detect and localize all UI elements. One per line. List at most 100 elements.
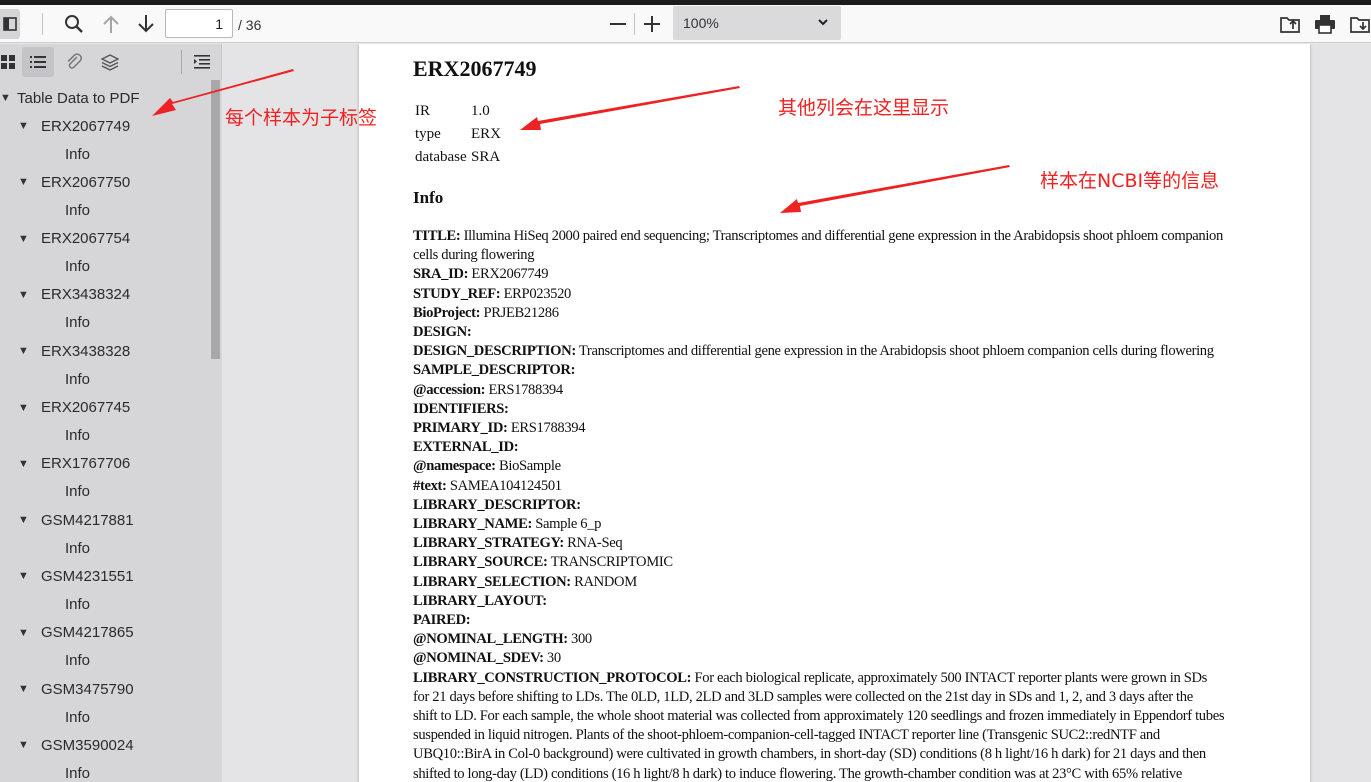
expand-toggle-icon[interactable]: ▼ — [18, 514, 32, 526]
annotation-ncbi-info: 样本在NCBI等的信息 — [1040, 170, 1220, 192]
sidebar-scrollbar-thumb[interactable] — [211, 80, 220, 359]
info-line: @accession: ERS1788394 — [413, 381, 563, 400]
info-line: LIBRARY_DESCRIPTOR: — [413, 496, 581, 515]
info-field-value: for 21 days before shifting to LDs. The … — [413, 688, 1193, 705]
info-field-key: DESIGN: — [413, 324, 472, 340]
outline-child-item[interactable]: Info — [65, 311, 90, 335]
expand-toggle-icon[interactable]: ▼ — [18, 458, 32, 470]
open-file-button[interactable] — [1277, 11, 1303, 37]
info-field-key: SAMPLE_DESCRIPTOR: — [413, 362, 576, 379]
outline-item[interactable]: ▼ ERX2067750 — [18, 170, 130, 194]
outline-child-item[interactable]: Info — [65, 424, 90, 448]
previous-page-button[interactable] — [99, 12, 123, 36]
info-field-key: LIBRARY_DESCRIPTOR: — [413, 496, 581, 513]
page-total-label: / 36 — [238, 17, 262, 33]
outline-item[interactable]: ▼ GSM4217881 — [18, 508, 134, 532]
outline-child-item[interactable]: Info — [65, 480, 90, 504]
outline-child-item[interactable]: Info — [65, 198, 90, 222]
find-current-outline-button[interactable] — [186, 47, 218, 77]
print-button[interactable] — [1312, 11, 1338, 37]
layers-view-button[interactable] — [94, 47, 126, 77]
outline-item[interactable]: ▼ ERX2067745 — [18, 396, 130, 420]
outline-child-item[interactable]: Info — [65, 705, 90, 729]
expand-toggle-icon[interactable]: ▼ — [18, 570, 32, 582]
info-field-value: TRANSCRIPTOMIC — [547, 554, 674, 571]
save-button[interactable] — [1347, 11, 1371, 37]
info-field-key: LIBRARY_SELECTION: — [413, 573, 571, 590]
outline-child-item[interactable]: Info — [65, 649, 90, 673]
document-viewer[interactable]: ERX2067749 IR 1.0 type ERX database SRA Inf… — [223, 44, 1371, 782]
info-field-key: @NOMINAL_LENGTH: — [413, 631, 568, 648]
info-line: DESIGN: — [413, 323, 472, 342]
outline-child-item[interactable]: Info — [65, 142, 90, 166]
zoom-out-button[interactable] — [606, 12, 630, 36]
zoom-select[interactable]: 100% — [673, 6, 841, 40]
outline-item[interactable]: ▼ ERX2067754 — [18, 227, 130, 251]
find-button[interactable] — [62, 12, 86, 36]
outline-item-label: GSM3475790 — [41, 680, 134, 698]
outline-child-item[interactable]: Info — [65, 592, 90, 616]
expand-toggle-icon[interactable]: ▼ — [18, 683, 32, 695]
info-field-value: Sample 6_p — [531, 516, 602, 532]
next-page-button[interactable] — [134, 12, 158, 36]
info-line: EXTERNAL_ID: — [413, 438, 519, 457]
outline-item[interactable]: ▼ GSM3590024 — [18, 733, 134, 757]
expand-toggle-icon[interactable]: ▼ — [0, 92, 14, 104]
outline-root-label: Table Data to PDF — [17, 89, 140, 107]
outline-item[interactable]: ▼ GSM3475790 — [18, 677, 134, 701]
sidebar-toggle-button[interactable] — [0, 9, 20, 39]
outline-item[interactable]: ▼ ERX1767706 — [18, 452, 130, 476]
expand-toggle-icon[interactable]: ▼ — [18, 233, 32, 245]
expand-toggle-icon[interactable]: ▼ — [18, 176, 32, 188]
info-field-value: Illumina HiSeq 2000 paired end sequencin… — [460, 228, 1224, 244]
expand-toggle-icon[interactable]: ▼ — [18, 627, 32, 639]
outline-item[interactable]: ▼ ERX2067749 — [18, 114, 130, 138]
outline-item[interactable]: ▼ ERX3438328 — [18, 339, 130, 363]
outline-view-button[interactable] — [22, 47, 54, 77]
info-line: LIBRARY_SOURCE: TRANSCRIPTOMIC — [413, 553, 673, 572]
outline-item-label: ERX2067750 — [41, 173, 131, 191]
annotation-subtag: 每个样本为子标签 — [225, 107, 378, 129]
sidebar-toolbar — [0, 44, 222, 80]
outline-item[interactable]: ▼ ERX3438324 — [18, 283, 130, 307]
expand-toggle-icon[interactable]: ▼ — [18, 345, 32, 357]
outline-child-label: Info — [65, 708, 91, 726]
outline-icon — [30, 56, 46, 68]
zoom-in-button[interactable] — [640, 12, 664, 36]
info-field-key: LIBRARY_CONSTRUCTION_PROTOCOL: — [413, 669, 692, 686]
outline-child-item[interactable]: Info — [65, 367, 90, 391]
info-line: suspended in liquid nitrogen. Plants of … — [413, 726, 1160, 745]
expand-toggle-icon[interactable]: ▼ — [18, 289, 32, 301]
outline-child-label: Info — [65, 483, 91, 501]
info-field-key: EXTERNAL_ID: — [413, 439, 519, 456]
attachments-view-button[interactable] — [58, 47, 90, 77]
info-line: shifted to long-day (LD) conditions (16 … — [413, 765, 1182, 782]
outline-child-label: Info — [65, 201, 91, 219]
sidebar-toolbar-separator — [181, 50, 182, 74]
info-field-value: Transcriptomes and differential gene exp… — [575, 343, 1214, 360]
current-outline-item-icon — [194, 55, 210, 69]
arrow-down-icon — [138, 15, 154, 33]
outline-item[interactable]: ▼ GSM4217865 — [18, 621, 134, 645]
outline-root-item[interactable]: ▼ Table Data to PDF — [0, 86, 140, 110]
outline-item-label: GSM4231551 — [41, 567, 134, 585]
info-line: LIBRARY_LAYOUT: — [413, 592, 547, 611]
outline-item[interactable]: ▼ GSM4231551 — [18, 564, 134, 588]
expand-toggle-icon[interactable]: ▼ — [18, 739, 32, 751]
outline-item-label: ERX2067745 — [41, 399, 131, 416]
outline-child-item[interactable]: Info — [65, 761, 90, 782]
page-number-input[interactable] — [165, 9, 233, 38]
info-field-value: RANDOM — [570, 573, 637, 590]
info-field-value: ERS1788394 — [507, 420, 586, 436]
outline-child-item[interactable]: Info — [65, 255, 90, 279]
outline-child-label: Info — [65, 427, 91, 444]
expand-toggle-icon[interactable]: ▼ — [18, 120, 32, 132]
search-icon — [65, 15, 83, 33]
outline-child-item[interactable]: Info — [65, 536, 90, 560]
thumbnails-view-button[interactable] — [0, 47, 24, 77]
outline-child-label: Info — [65, 652, 91, 670]
outline-item-label: GSM3590024 — [41, 736, 134, 754]
info-field-value: ERP023520 — [500, 285, 572, 302]
info-field-key: IDENTIFIERS: — [413, 400, 509, 417]
expand-toggle-icon[interactable]: ▼ — [18, 402, 32, 414]
